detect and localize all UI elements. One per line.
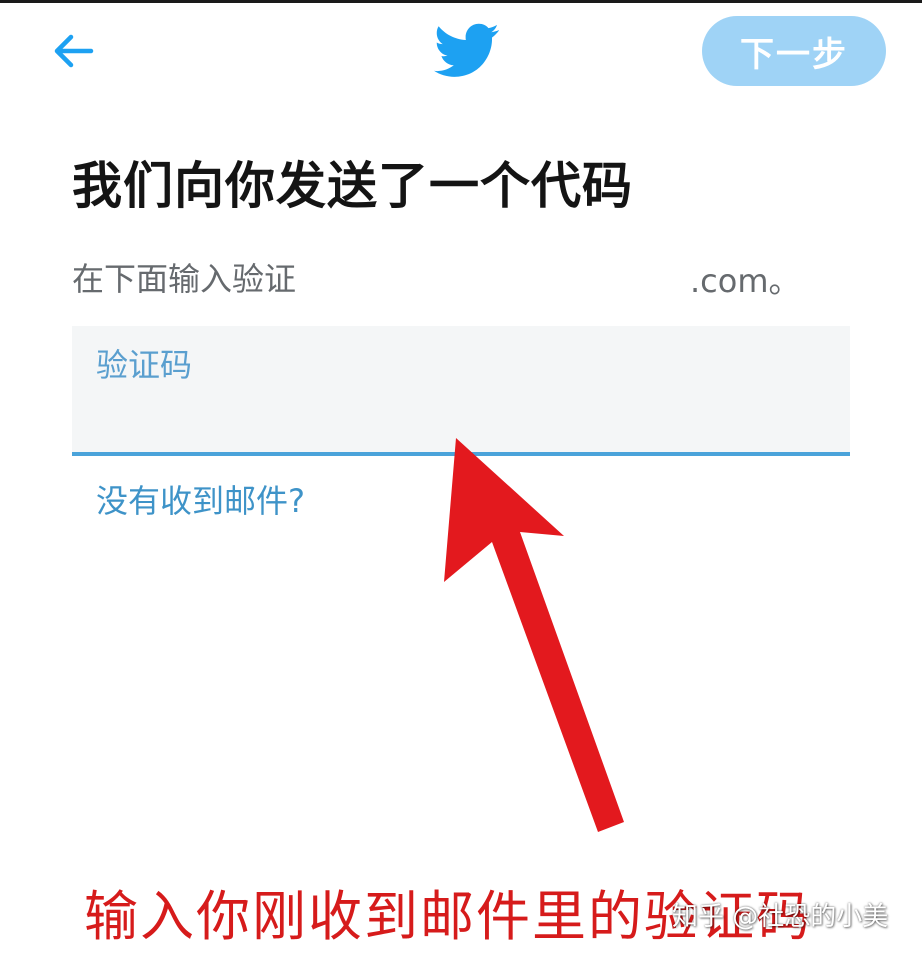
twitter-bird-icon [434,23,499,77]
verification-code-label: 验证码 [96,346,193,384]
resend-email-link[interactable]: 没有收到邮件? [96,476,305,522]
page-title: 我们向你发送了一个代码 [72,157,633,215]
back-button[interactable] [44,24,102,78]
next-button[interactable]: 下一步 [702,16,886,86]
email-domain-text: .com。 [690,262,801,300]
watermark: 知乎 @社恐的小美 [672,902,889,932]
instruction-text: 在下面输入验证 [72,260,297,298]
top-divider [0,0,922,3]
red-arrow-annotation [444,438,624,832]
arrow-left-icon [54,34,94,68]
